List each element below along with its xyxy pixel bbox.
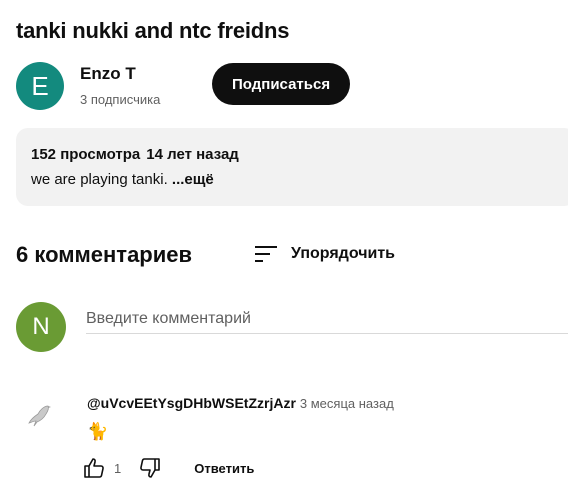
thumbs-down-icon: [140, 458, 161, 478]
sort-label: Упорядочить: [291, 245, 396, 262]
thumbs-up-icon: [84, 458, 104, 478]
channel-row: E Enzo T 3 подписчика Подписаться: [16, 62, 556, 112]
like-count: 1: [114, 460, 122, 476]
like-button[interactable]: [82, 456, 106, 480]
video-title: tanki nukki and ntc freidns: [16, 18, 290, 43]
comment-item: @uVcvEEtYsgDHbWSEtZzrjAzr 3 месяца назад …: [16, 392, 556, 492]
description-text: we are playing tanki. ...ещё: [31, 171, 568, 188]
comment-time[interactable]: 3 месяца назад: [300, 396, 394, 411]
comments-count: 6 комментариев: [16, 242, 193, 267]
comment-actions: 1 Ответить: [82, 456, 254, 480]
channel-name[interactable]: Enzo T: [80, 64, 136, 84]
reply-button[interactable]: Ответить: [194, 461, 254, 476]
description-meta: 152 просмотра 14 лет назад: [31, 146, 568, 163]
comment-author-handle[interactable]: @uVcvEEtYsgDHbWSEtZzrjAzr: [87, 395, 296, 411]
channel-avatar[interactable]: E: [16, 62, 64, 110]
comment-text: 🐈: [87, 422, 109, 441]
comment-input[interactable]: [86, 304, 568, 334]
user-avatar: N: [16, 302, 66, 352]
sort-icon: [255, 246, 277, 262]
bird-avatar-icon[interactable]: [26, 402, 52, 432]
description-box[interactable]: 152 просмотра 14 лет назад we are playing…: [16, 128, 568, 206]
description-snippet: we are playing tanki.: [31, 171, 172, 188]
sort-button[interactable]: Упорядочить: [253, 240, 395, 268]
subscribe-button[interactable]: Подписаться: [212, 63, 351, 105]
dislike-button[interactable]: [138, 456, 162, 480]
subscriber-count: 3 подписчика: [80, 92, 161, 107]
comments-header: 6 комментариев Упорядочить: [16, 240, 556, 272]
add-comment-row: N: [16, 302, 568, 352]
upload-age: 14 лет назад: [146, 146, 239, 163]
view-count: 152 просмотра: [31, 146, 141, 163]
show-more-link[interactable]: ...ещё: [172, 171, 214, 188]
comment-author[interactable]: @uVcvEEtYsgDHbWSEtZzrjAzr 3 месяца назад: [87, 395, 394, 411]
